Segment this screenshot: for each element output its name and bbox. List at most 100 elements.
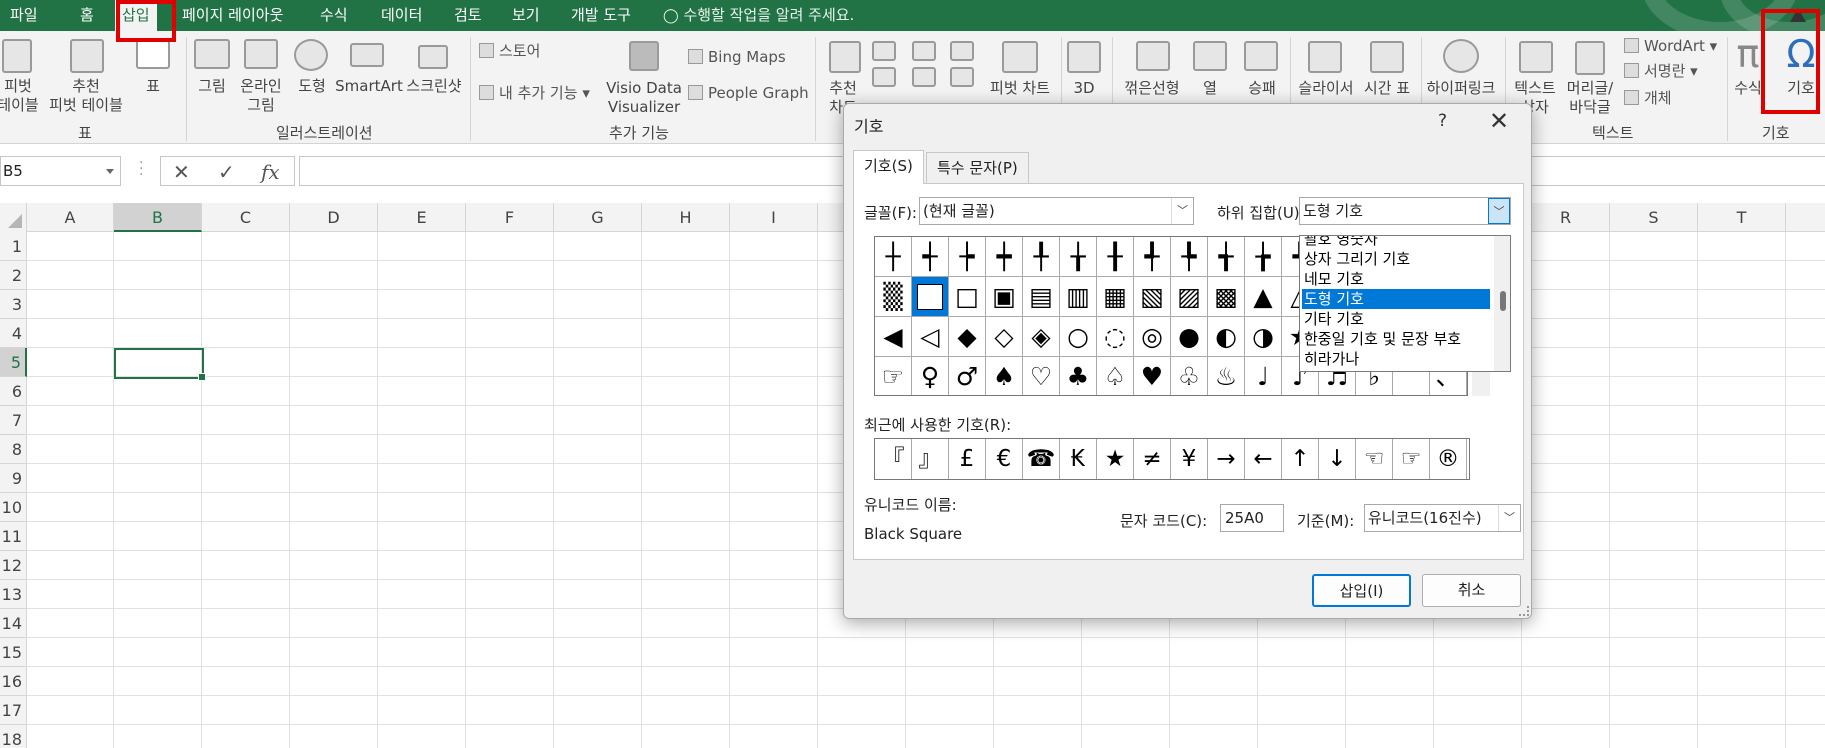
shapes-button[interactable]: 도형 <box>294 77 330 96</box>
recent-symbol-cell[interactable]: ↓ <box>1319 439 1356 479</box>
row-header[interactable]: 10 <box>0 493 27 522</box>
symbol-cell[interactable]: ◁ <box>912 317 949 357</box>
column-header[interactable]: F <box>466 203 554 232</box>
dropdown-scrollbar[interactable] <box>1494 236 1510 371</box>
equation-button[interactable]: 수식 <box>1731 79 1765 98</box>
row-header[interactable]: 11 <box>0 522 27 551</box>
wordart-button[interactable]: WordArt ▾ <box>1624 35 1717 57</box>
symbol-cell[interactable]: ▧ <box>1134 277 1171 317</box>
subset-option[interactable]: 상자 그리기 기호 <box>1302 249 1490 269</box>
tab-developer[interactable]: 개발 도구 <box>571 0 631 31</box>
symbol-cell[interactable]: ♩ <box>1245 357 1282 395</box>
tab-special-characters[interactable]: 특수 문자(P) <box>926 152 1029 184</box>
symbol-cell[interactable]: ▤ <box>1023 277 1060 317</box>
symbol-cell[interactable]: ♣ <box>1060 357 1097 395</box>
symbol-cell[interactable]: ╂ <box>1097 237 1134 277</box>
symbol-cell[interactable]: ♤ <box>1097 357 1134 395</box>
resize-grip-icon[interactable] <box>1519 606 1529 616</box>
table-button[interactable]: 표 <box>138 77 168 96</box>
tab-home[interactable]: 홈 <box>80 0 94 31</box>
symbol-cell[interactable]: ♥ <box>1134 357 1171 395</box>
screenshot-button[interactable]: 스크린샷 <box>404 77 464 96</box>
visio-icon[interactable] <box>629 41 659 71</box>
symbol-cell[interactable]: ♧ <box>1171 357 1208 395</box>
recommended-pivot-button[interactable]: 추천 피벗 테이블 <box>44 77 128 115</box>
symbol-cell[interactable]: ▲ <box>1245 277 1282 317</box>
header-footer-button[interactable]: 머리글/ 바닥글 <box>1562 79 1618 117</box>
hyperlink-button[interactable]: 하이퍼링크 <box>1421 79 1501 98</box>
row-header[interactable]: 1 <box>0 232 27 261</box>
symbol-cell[interactable]: ◐ <box>1208 317 1245 357</box>
recent-symbol-cell[interactable]: ® <box>1430 439 1467 479</box>
font-select[interactable]: (현재 글꼴) ﹀ <box>919 197 1194 225</box>
sparkline-column-button[interactable]: 열 <box>1196 79 1224 98</box>
column-header[interactable]: E <box>378 203 466 232</box>
tab-data[interactable]: 데이터 <box>381 0 422 31</box>
pie-chart-icon[interactable] <box>872 67 896 87</box>
subset-option[interactable]: 괄호 영숫자 <box>1302 236 1490 249</box>
object-button[interactable]: 개체 <box>1624 87 1672 109</box>
store-button[interactable]: 스토어 <box>479 40 540 62</box>
recommended-charts-icon[interactable] <box>829 41 861 73</box>
symbol-cell[interactable]: ○ <box>1060 317 1097 357</box>
bing-maps-button[interactable]: Bing Maps <box>688 46 786 68</box>
smartart-icon[interactable] <box>350 43 384 67</box>
row-header[interactable]: 12 <box>0 551 27 580</box>
sparkline-line-button[interactable]: 꺾은선형 <box>1116 79 1188 98</box>
subset-option[interactable]: 네모 기호 <box>1302 269 1490 289</box>
symbol-cell[interactable]: ♀ <box>912 357 949 395</box>
column-header[interactable]: G <box>554 203 642 232</box>
tab-formulas[interactable]: 수식 <box>320 0 348 31</box>
symbol-cell[interactable]: ╀ <box>1023 237 1060 277</box>
textbox-icon[interactable] <box>1519 41 1553 73</box>
tell-me-search[interactable]: ◯ 수행할 작업을 알려 주세요. <box>663 0 854 31</box>
row-header[interactable]: 7 <box>0 406 27 435</box>
chevron-down-icon[interactable]: ﹀ <box>1498 505 1520 531</box>
smartart-button[interactable]: SmartArt <box>334 77 404 96</box>
symbol-cell[interactable]: ╆ <box>1245 237 1282 277</box>
row-header[interactable]: 3 <box>0 290 27 319</box>
symbol-cell[interactable]: ◀ <box>875 317 912 357</box>
row-header[interactable]: 16 <box>0 667 27 696</box>
pivot-chart-icon[interactable] <box>1002 41 1038 73</box>
map3d-icon[interactable] <box>1067 41 1101 73</box>
slicer-button[interactable]: 슬라이서 <box>1294 79 1358 98</box>
sparkline-column-icon[interactable] <box>1193 41 1227 71</box>
column-header[interactable]: R <box>1522 203 1610 232</box>
sparkline-winloss-icon[interactable] <box>1244 41 1278 71</box>
equation-icon[interactable]: π <box>1731 31 1765 77</box>
symbol-cell[interactable]: ┼ <box>875 237 912 277</box>
symbol-cell[interactable]: ┿ <box>986 237 1023 277</box>
header-footer-icon[interactable] <box>1575 41 1605 75</box>
symbol-cell[interactable]: ╁ <box>1060 237 1097 277</box>
symbol-cell[interactable]: ▦ <box>1097 277 1134 317</box>
symbol-cell[interactable]: ╄ <box>1171 237 1208 277</box>
column-header[interactable]: S <box>1610 203 1698 232</box>
symbol-cell[interactable]: ┽ <box>912 237 949 277</box>
symbol-cell[interactable]: ◎ <box>1134 317 1171 357</box>
sparkline-winloss-button[interactable]: 승패 <box>1242 79 1282 98</box>
row-header[interactable]: 18 <box>0 725 27 748</box>
column-header[interactable]: D <box>290 203 378 232</box>
subset-option[interactable]: 기타 기호 <box>1302 309 1490 329</box>
timeline-icon[interactable] <box>1370 41 1404 73</box>
table-icon[interactable] <box>136 39 170 69</box>
cancel-button[interactable]: 취소 <box>1422 574 1521 607</box>
check-icon[interactable]: ✓ <box>218 160 235 184</box>
recent-symbol-cell[interactable]: ☜ <box>1356 439 1393 479</box>
symbol-cell[interactable]: ◇ <box>986 317 1023 357</box>
people-graph-button[interactable]: People Graph <box>688 82 809 104</box>
recommended-pivot-icon[interactable] <box>70 39 104 73</box>
symbol-cell[interactable]: ▩ <box>1208 277 1245 317</box>
signature-line-button[interactable]: 서명란 ▾ <box>1624 60 1698 82</box>
row-header[interactable]: 17 <box>0 696 27 725</box>
recent-symbol-cell[interactable]: ¥ <box>1171 439 1208 479</box>
name-box[interactable]: B5 <box>0 156 121 186</box>
symbol-cell[interactable]: ▥ <box>1060 277 1097 317</box>
symbol-cell[interactable] <box>912 277 949 317</box>
symbol-cell[interactable]: ♡ <box>1023 357 1060 395</box>
symbol-cell[interactable]: ◌ <box>1097 317 1134 357</box>
row-header[interactable]: 6 <box>0 377 27 406</box>
subset-option[interactable]: 히라가나 <box>1302 349 1490 369</box>
sparkline-line-icon[interactable] <box>1136 41 1170 71</box>
